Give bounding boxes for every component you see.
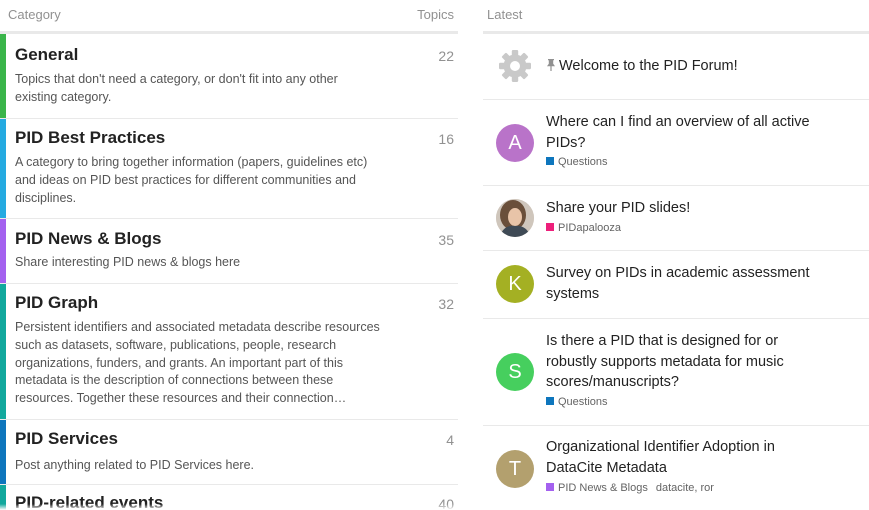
category-row-pid-graph[interactable]: PID Graph Persistent identifiers and ass… <box>0 284 458 420</box>
category-column-header[interactable]: Category <box>8 7 61 22</box>
avatar[interactable]: K <box>496 265 534 303</box>
topic-row[interactable]: S Is there a PID that is designed for or… <box>483 319 869 426</box>
avatar[interactable]: A <box>496 124 534 162</box>
category-badge-square <box>546 223 554 231</box>
category-badge-label[interactable]: Questions <box>558 396 608 408</box>
topic-category[interactable]: Questions <box>546 396 608 408</box>
topic-title[interactable]: Where can I find an overview of all acti… <box>546 112 831 153</box>
category-badge-label[interactable]: Questions <box>558 156 608 168</box>
avatar[interactable]: S <box>496 353 534 391</box>
category-color-bar <box>0 420 6 484</box>
topic-row[interactable]: Share your PID slides! PIDapalooza <box>483 186 869 251</box>
latest-column-header[interactable]: Latest <box>487 7 522 22</box>
category-name[interactable]: PID News & Blogs <box>15 229 161 249</box>
bottom-fade <box>0 504 869 510</box>
gear-icon <box>496 47 534 85</box>
category-description: A category to bring together information… <box>15 155 368 205</box>
category-row-pid-best-practices[interactable]: PID Best Practices A category to bring t… <box>0 119 458 219</box>
topics-column-header[interactable]: Topics <box>417 7 454 22</box>
category-topic-count: 16 <box>438 131 454 147</box>
category-color-bar <box>0 284 6 419</box>
category-name[interactable]: General <box>15 45 78 65</box>
category-topic-count: 35 <box>438 232 454 248</box>
category-badge-square <box>546 397 554 405</box>
category-row-general[interactable]: General Topics that don't need a categor… <box>0 34 458 119</box>
category-badge-label[interactable]: PIDapalooza <box>558 222 621 234</box>
avatar[interactable]: T <box>496 450 534 488</box>
category-color-bar <box>0 34 6 118</box>
topic-row-welcome[interactable]: Welcome to the PID Forum! <box>483 34 869 100</box>
topic-title[interactable]: Survey on PIDs in academic assessment sy… <box>546 263 831 304</box>
category-badge-square <box>546 157 554 165</box>
category-description: Share interesting PID news & blogs here <box>15 255 241 269</box>
topic-category[interactable]: PIDapalooza <box>546 222 621 234</box>
topic-title-line[interactable]: Welcome to the PID Forum! <box>546 56 831 77</box>
topic-category[interactable]: Questions <box>546 156 608 168</box>
topic-title[interactable]: Share your PID slides! <box>546 198 831 219</box>
category-name[interactable]: PID Best Practices <box>15 128 165 148</box>
category-row-pid-news-blogs[interactable]: PID News & Blogs Share interesting PID n… <box>0 219 458 284</box>
category-name[interactable]: PID Services <box>15 429 118 449</box>
topic-row[interactable]: K Survey on PIDs in academic assessment … <box>483 251 869 319</box>
topic-category[interactable]: PID News & Blogs datacite, ror <box>546 482 714 494</box>
category-color-bar <box>0 219 6 283</box>
topic-row[interactable]: A Where can I find an overview of all ac… <box>483 100 869 186</box>
category-topic-count: 32 <box>438 296 454 312</box>
topic-row[interactable]: T Organizational Identifier Adoption in … <box>483 426 869 510</box>
user-avatar-photo[interactable] <box>496 199 534 237</box>
topic-title[interactable]: Welcome to the PID Forum! <box>559 58 738 74</box>
category-badge-label[interactable]: PID News & Blogs <box>558 482 648 494</box>
latest-header: Latest <box>483 0 869 34</box>
category-name[interactable]: PID Graph <box>15 293 98 313</box>
category-description: Topics that don't need a category, or do… <box>15 72 338 104</box>
category-badge-square <box>546 483 554 491</box>
topic-title[interactable]: Is there a PID that is designed for or r… <box>546 331 831 393</box>
topic-title[interactable]: Organizational Identifier Adoption in Da… <box>546 437 831 478</box>
category-row-pid-services[interactable]: PID Services Post anything related to PI… <box>0 420 458 485</box>
categories-header: Category Topics <box>0 0 458 34</box>
pin-icon <box>546 58 556 72</box>
category-description: Post anything related to PID Services he… <box>15 458 255 472</box>
categories-panel: Category Topics General Topics that don'… <box>0 0 458 510</box>
category-topic-count: 4 <box>446 432 454 448</box>
latest-panel: Latest Welcome to the PID Forum! A Where… <box>483 0 869 510</box>
category-topic-count: 22 <box>438 48 454 64</box>
category-description: Persistent identifiers and associated me… <box>15 320 380 406</box>
category-color-bar <box>0 119 6 218</box>
topic-tags[interactable]: datacite, ror <box>656 482 714 494</box>
